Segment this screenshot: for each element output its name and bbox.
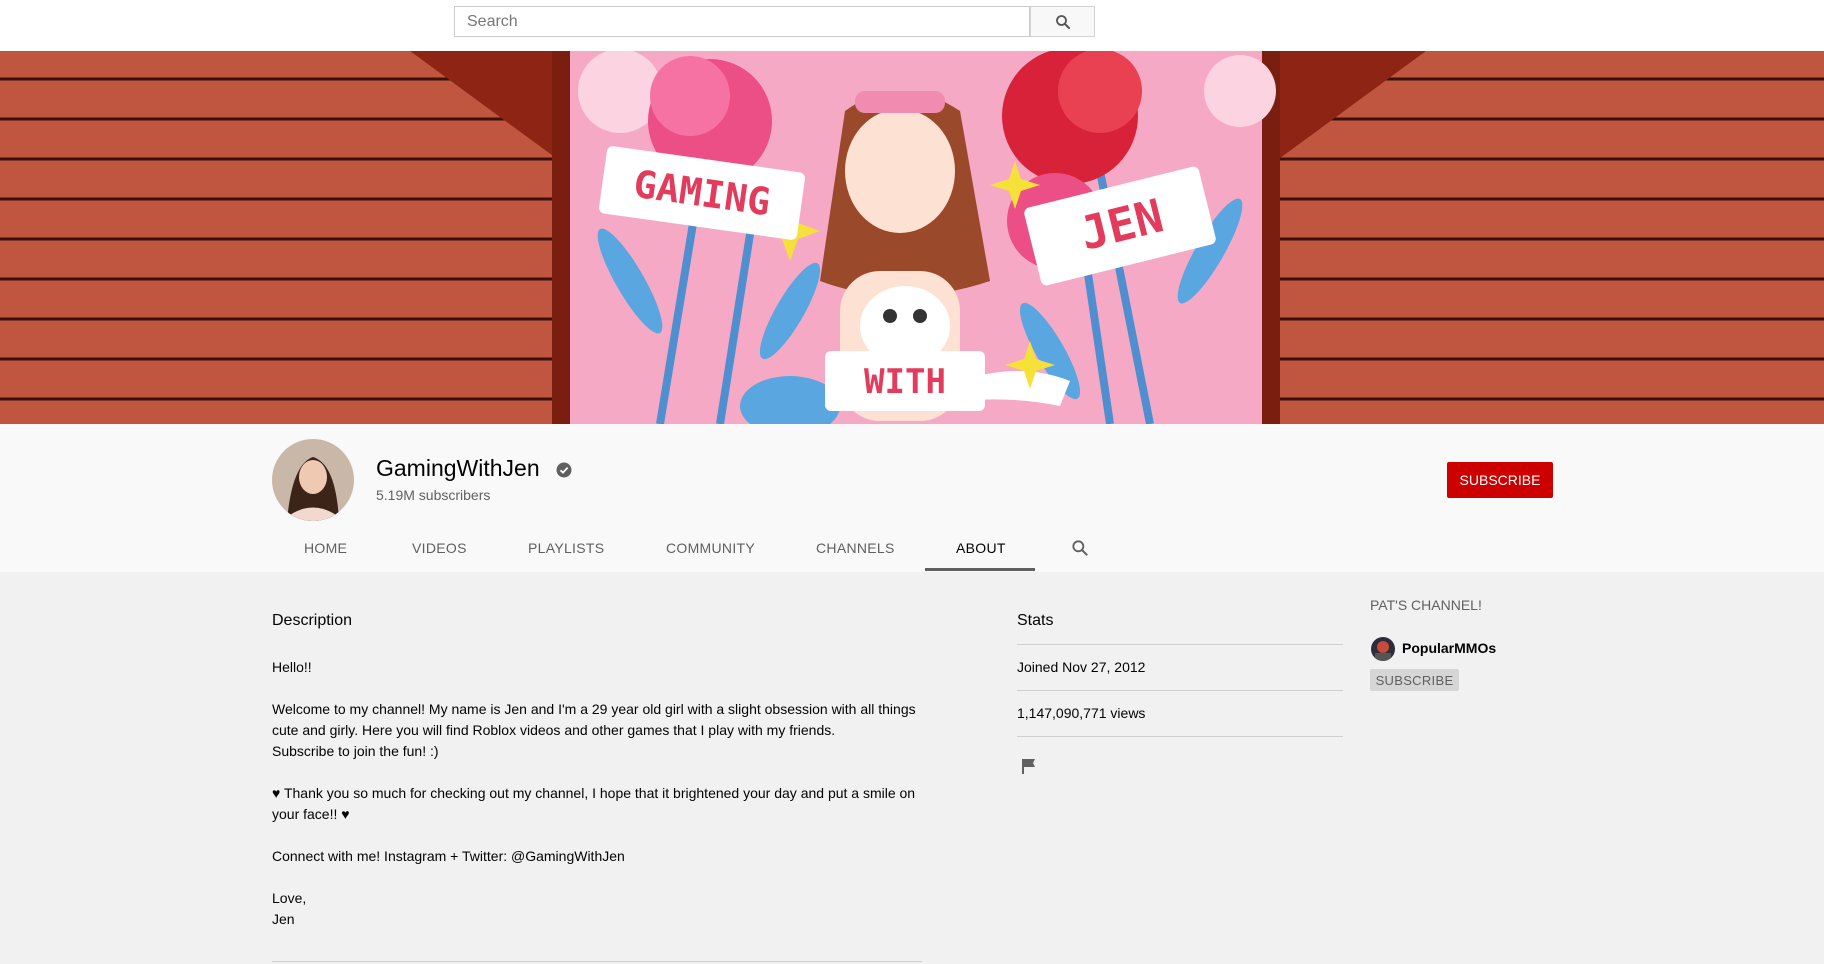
channel-name: GamingWithJen [376,455,540,481]
joined-date: Joined Nov 27, 2012 [1017,659,1146,675]
featured-avatar-image [1371,637,1395,661]
subscriber-count: 5.19M subscribers [376,487,491,503]
featured-channel-name[interactable]: PopularMMOs [1402,640,1496,656]
channel-header [0,424,1824,572]
tab-playlists[interactable]: PLAYLISTS [528,540,604,556]
flag-icon[interactable] [1020,757,1038,775]
view-count: 1,147,090,771 views [1017,705,1146,721]
channel-avatar[interactable] [272,439,354,521]
active-tab-indicator [925,568,1035,571]
description-text: Hello!! Welcome to my channel! My name i… [272,659,916,927]
tab-home[interactable]: HOME [304,540,347,556]
stats-divider [1017,644,1343,645]
tab-channels[interactable]: CHANNELS [816,540,895,556]
stats-title: Stats [1017,612,1054,629]
featured-subscribe-button[interactable]: SUBSCRIBE [1370,669,1459,691]
search-box[interactable] [454,6,1030,37]
avatar-image [272,439,354,521]
stats-divider [1017,736,1343,737]
stats-divider [1017,690,1343,691]
masthead [0,0,1824,51]
description-divider [272,961,922,962]
banner-word-with: WITH [864,362,946,402]
search-icon [1055,14,1070,29]
featured-channel-avatar[interactable] [1371,637,1395,661]
subscribe-button[interactable]: SUBSCRIBE [1447,462,1553,498]
search-input[interactable] [455,7,1029,36]
channel-search-icon[interactable] [1070,538,1090,558]
channel-banner: GAMING JEN WITH [0,51,1824,424]
tab-about[interactable]: ABOUT [956,540,1006,556]
tab-community[interactable]: COMMUNITY [666,540,755,556]
search-button[interactable] [1030,6,1095,37]
featured-channels-title: PAT'S CHANNEL! [1370,597,1482,613]
banner-artwork: GAMING JEN WITH [0,51,1824,424]
description-title: Description [272,612,353,629]
verified-badge-icon [556,462,572,478]
tab-videos[interactable]: VIDEOS [412,540,467,556]
